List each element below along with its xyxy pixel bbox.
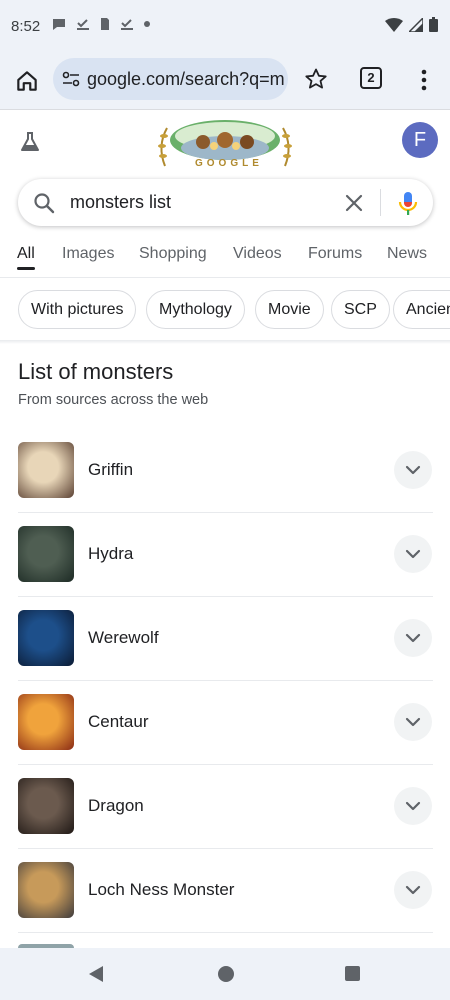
chip-scp[interactable]: SCP [331, 290, 390, 329]
tab-shopping[interactable]: Shopping [139, 245, 207, 263]
chevron-down-icon [405, 465, 421, 475]
search-divider [380, 189, 381, 216]
monster-name[interactable]: Centaur [88, 712, 148, 732]
list-item[interactable]: Dragon [0, 778, 450, 862]
list-divider [18, 932, 433, 933]
list-divider [18, 596, 433, 597]
expand-button[interactable] [394, 451, 432, 489]
home-nav-icon[interactable] [218, 966, 234, 982]
more-options-icon[interactable] [420, 68, 428, 92]
bookmark-star-icon[interactable] [304, 67, 328, 91]
tab-forums[interactable]: Forums [308, 245, 362, 263]
status-bar: 8:52 [0, 0, 450, 56]
monster-thumbnail[interactable] [18, 694, 74, 750]
expand-button[interactable] [394, 535, 432, 573]
monster-thumbnail[interactable] [18, 862, 74, 918]
system-nav-bar [0, 948, 450, 1000]
dot-icon [144, 21, 150, 27]
list-item[interactable]: Werewolf [0, 610, 450, 694]
monster-name[interactable]: Griffin [88, 460, 133, 480]
expand-button[interactable] [394, 619, 432, 657]
expand-button[interactable] [394, 871, 432, 909]
list-item[interactable]: Griffin [0, 442, 450, 526]
monster-thumbnail[interactable] [18, 442, 74, 498]
chat-bubble-icon [53, 19, 65, 30]
monster-thumbnail[interactable] [18, 526, 74, 582]
chip-ancient[interactable]: Ancient [393, 290, 450, 329]
list-divider [18, 764, 433, 765]
expand-button[interactable] [394, 703, 432, 741]
battery-icon [429, 17, 438, 32]
chip-with-pictures[interactable]: With pictures [18, 290, 137, 329]
list-divider [18, 680, 433, 681]
labs-flask-icon[interactable] [18, 130, 42, 154]
search-icon[interactable] [32, 191, 56, 215]
list-divider [18, 512, 433, 513]
chips-divider [0, 340, 450, 344]
expand-button[interactable] [394, 787, 432, 825]
tab-active-indicator [17, 267, 35, 270]
monster-name[interactable]: Loch Ness Monster [88, 880, 234, 900]
tab-videos[interactable]: Videos [233, 245, 282, 263]
tab-news[interactable]: News [387, 245, 427, 263]
chevron-down-icon [405, 801, 421, 811]
chevron-down-icon [405, 885, 421, 895]
monster-name[interactable]: Hydra [88, 544, 133, 564]
browser-toolbar: google.com/search?q=m 2 [0, 56, 450, 110]
monster-name[interactable]: Werewolf [88, 628, 159, 648]
chip-movie[interactable]: Movie [255, 290, 324, 329]
sim-icon [101, 18, 109, 30]
download-done-icon [77, 19, 89, 30]
clear-icon[interactable] [343, 192, 365, 214]
address-bar[interactable]: google.com/search?q=m [53, 58, 288, 100]
search-box[interactable]: monsters list [18, 179, 433, 226]
notification-icons [52, 17, 150, 31]
system-icons [385, 17, 438, 32]
recent-apps-icon[interactable] [345, 966, 360, 981]
search-tabs: All Images Shopping Videos Forums News [0, 236, 450, 278]
address-url[interactable]: google.com/search?q=m [87, 69, 285, 90]
account-avatar[interactable]: F [402, 122, 438, 158]
tab-switcher-button[interactable]: 2 [360, 67, 382, 89]
monster-name[interactable]: Dragon [88, 796, 144, 816]
list-title: List of monsters [18, 359, 174, 384]
list-divider [18, 848, 433, 849]
doodle-text: GOOGLE [195, 158, 263, 169]
download-done-icon-2 [121, 19, 133, 30]
google-doodle[interactable]: GOOGLE [155, 116, 295, 172]
list-item[interactable]: Centaur [0, 694, 450, 778]
list-item[interactable]: Loch Ness Monster [0, 862, 450, 946]
home-icon[interactable] [14, 68, 40, 94]
wifi-icon [385, 17, 403, 32]
microphone-icon[interactable] [397, 190, 419, 216]
search-input[interactable]: monsters list [70, 192, 171, 213]
chip-mythology[interactable]: Mythology [146, 290, 245, 329]
back-icon[interactable] [88, 965, 104, 983]
chevron-down-icon [405, 549, 421, 559]
monster-thumbnail[interactable] [18, 778, 74, 834]
refinement-chips: With pictures Mythology Movie SCP Ancien… [0, 290, 450, 330]
site-settings-icon[interactable] [62, 71, 80, 87]
chevron-down-icon [405, 633, 421, 643]
chevron-down-icon [405, 717, 421, 727]
tab-all[interactable]: All [17, 245, 35, 263]
monster-thumbnail[interactable] [18, 610, 74, 666]
list-item[interactable]: Hydra [0, 526, 450, 610]
tab-images[interactable]: Images [62, 245, 114, 263]
list-subtitle: From sources across the web [18, 392, 209, 408]
status-time: 8:52 [11, 18, 41, 35]
signal-icon [409, 17, 423, 32]
